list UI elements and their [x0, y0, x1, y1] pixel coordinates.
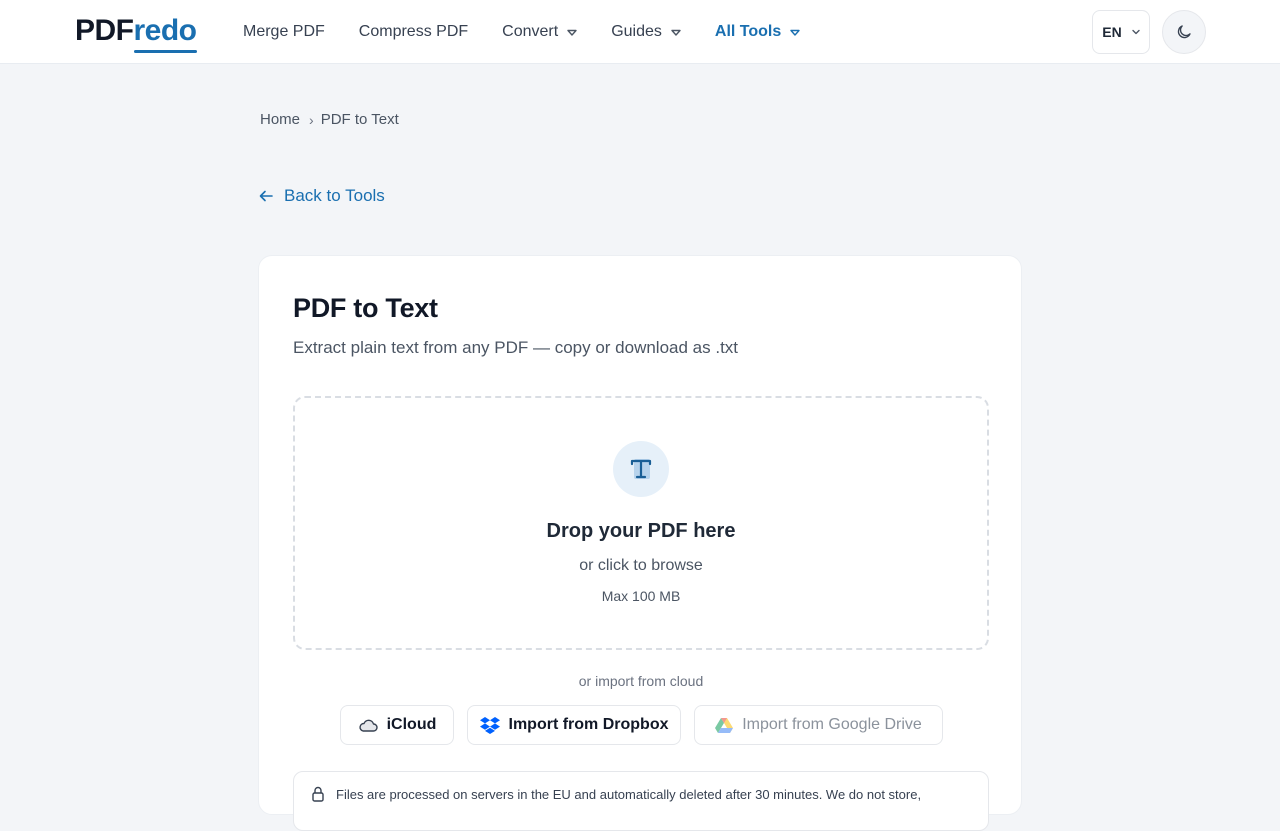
- breadcrumb: Home › PDF to Text: [260, 111, 399, 128]
- dropbox-import-label: Import from Dropbox: [508, 716, 669, 733]
- chevron-down-icon: [567, 29, 577, 36]
- chevron-down-icon: [671, 29, 681, 36]
- chevron-down-icon: [1132, 29, 1140, 35]
- tool-card: PDF to Text Extract plain text from any …: [258, 255, 1022, 831]
- nav-convert-dropdown[interactable]: Convert: [502, 23, 577, 41]
- language-code: EN: [1102, 24, 1122, 40]
- dropbox-icon: [479, 716, 500, 734]
- breadcrumb-separator: ›: [309, 111, 314, 128]
- moon-icon: [1177, 25, 1191, 39]
- icloud-import-label: iCloud: [386, 716, 437, 733]
- nav-convert-label: Convert: [502, 23, 559, 40]
- breadcrumb-home-link[interactable]: Home: [260, 111, 300, 128]
- dropbox-import-button[interactable]: Import from Dropbox: [467, 705, 681, 745]
- nav-all-tools-dropdown[interactable]: All Tools: [715, 23, 800, 41]
- text-format-icon: [630, 459, 652, 479]
- nav-merge-pdf-label: Merge PDF: [243, 23, 325, 40]
- dropzone-max-size: Max 100 MB: [601, 588, 681, 604]
- cloud-icon: [358, 718, 378, 732]
- page-title: PDF to Text: [293, 293, 438, 323]
- google-drive-import-button[interactable]: Import from Google Drive: [694, 705, 943, 745]
- nav-merge-pdf[interactable]: Merge PDF: [243, 23, 325, 41]
- breadcrumb-current: PDF to Text: [320, 111, 399, 128]
- back-to-tools-label: Back to Tools: [284, 186, 385, 205]
- nav-compress-pdf-label: Compress PDF: [358, 23, 469, 40]
- google-drive-icon: [715, 717, 734, 733]
- nav-compress-pdf[interactable]: Compress PDF: [359, 23, 468, 41]
- top-header: PDFredo Merge PDF Compress PDF Convert G…: [0, 0, 1280, 64]
- brand-logo-part-pdf: PDF: [75, 14, 134, 47]
- icloud-import-button[interactable]: iCloud: [340, 705, 454, 745]
- brand-logo-part-redo: redo: [133, 14, 197, 53]
- brand-logo[interactable]: PDFredo: [75, 14, 197, 53]
- page-subtitle: Extract plain text from any PDF — copy o…: [293, 338, 739, 357]
- lock-icon: [312, 786, 324, 807]
- nav-guides-dropdown[interactable]: Guides: [611, 23, 681, 41]
- main-nav: Merge PDF Compress PDF Convert Guides Al…: [243, 0, 834, 64]
- dropzone-browse-text: or click to browse: [579, 557, 703, 574]
- theme-toggle-button[interactable]: [1162, 10, 1206, 54]
- chevron-down-icon: [790, 29, 800, 36]
- back-to-tools-link[interactable]: Back to Tools: [258, 186, 385, 206]
- nav-guides-label: Guides: [611, 23, 662, 40]
- google-drive-import-label: Import from Google Drive: [742, 716, 922, 733]
- cloud-import-label: or import from cloud: [578, 673, 704, 689]
- dropzone-icon-circle: [613, 441, 669, 497]
- dropzone-title: Drop your PDF here: [546, 520, 736, 542]
- privacy-notice: Files are processed on servers in the EU…: [293, 771, 989, 831]
- language-selector[interactable]: EN: [1092, 10, 1150, 54]
- file-dropzone[interactable]: Drop your PDF here or click to browse Ma…: [293, 396, 989, 650]
- arrow-left-icon: [259, 190, 273, 202]
- nav-all-tools-label: All Tools: [714, 23, 782, 40]
